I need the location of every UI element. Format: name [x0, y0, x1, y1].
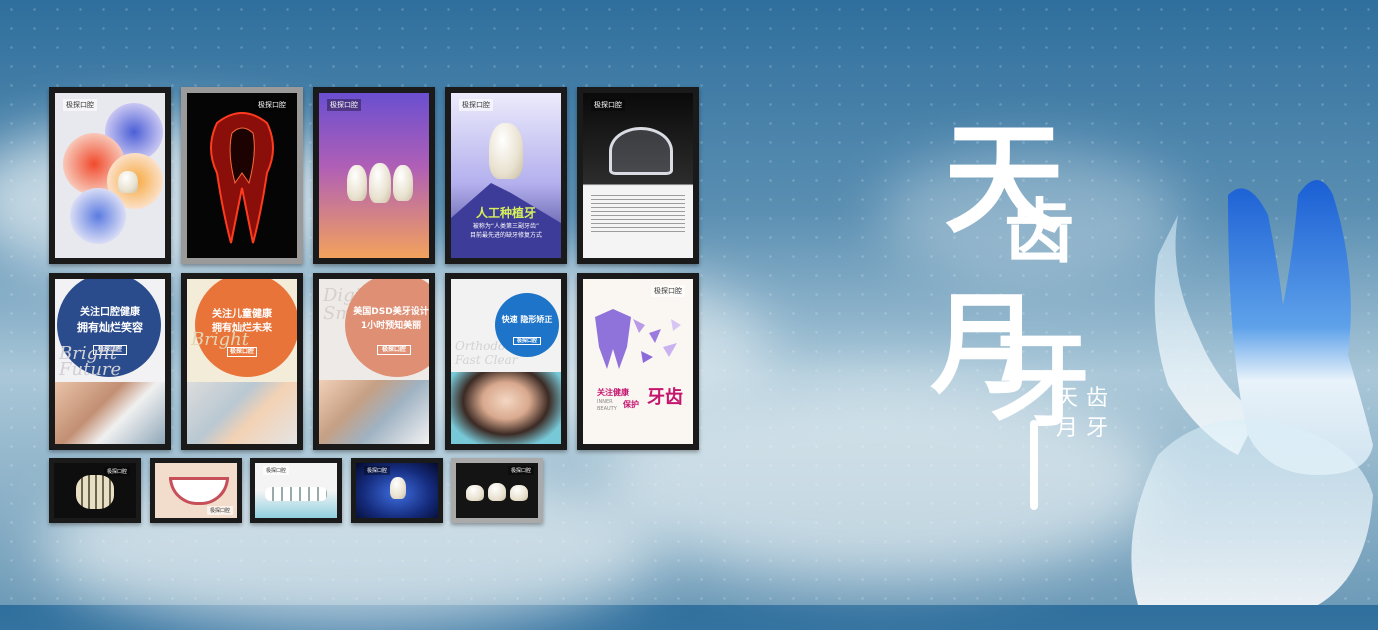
thumb-frame-1[interactable]: 极探口腔	[49, 458, 141, 523]
tooth-xray-illustration	[210, 112, 274, 244]
poster-badge: 极探口腔	[377, 345, 411, 355]
brand-logo: 极探口腔	[206, 506, 233, 515]
poster-frame-7[interactable]: 关注儿童健康 拥有灿烂未来 极探口腔 Bright	[181, 273, 303, 450]
teeth-illustration	[76, 475, 114, 509]
poster-line1: 关注口腔健康	[80, 307, 140, 318]
poster-badge: 极探口腔	[513, 337, 541, 346]
tooth-illustration	[390, 477, 406, 499]
poster-eng2: BEAUTY	[597, 406, 617, 412]
text-block	[591, 195, 685, 235]
tooth-in-hand-illustration	[1131, 180, 1373, 605]
poster-line1: 快速 隐形矫正	[501, 315, 553, 324]
seal-char: 天	[1055, 386, 1078, 411]
background-word: Future	[59, 359, 122, 380]
poster-frame-2[interactable]: 极探口腔	[181, 87, 303, 264]
background-word: Bright	[191, 329, 249, 350]
crown-illustration	[488, 483, 506, 501]
poster-frame-5[interactable]: 极探口腔	[577, 87, 699, 264]
denture-illustration	[609, 127, 673, 175]
poster-calligraphy: 牙齿	[647, 387, 683, 408]
seal-char: 齿	[1085, 386, 1108, 411]
crown-illustration	[466, 485, 484, 501]
tooth-illustration	[369, 163, 391, 203]
poster-line1: 关注健康	[597, 388, 629, 397]
poster-eng1: INNER	[597, 399, 613, 405]
brand-logo: 极探口腔	[103, 467, 130, 476]
brand-logo: 极探口腔	[327, 99, 361, 111]
thumb-frame-4[interactable]: 极探口腔	[351, 458, 443, 523]
brand-logo: 极探口腔	[63, 99, 97, 111]
seal-char: 牙	[1085, 416, 1108, 441]
poster-line2: 拥有灿烂笑容	[77, 321, 143, 334]
poster-frame-8[interactable]: Digital Smile 美国DSD美牙设计 1小时预知美丽 极探口腔	[313, 273, 435, 450]
poster-subtitle: 目前最先进的缺牙修复方式	[469, 232, 542, 239]
brand-logo: 极探口腔	[591, 99, 625, 111]
tooth-illustration	[118, 171, 138, 193]
tooth-illustration	[393, 165, 413, 201]
tooth-illustration	[347, 165, 367, 201]
brand-logo: 极探口腔	[651, 285, 685, 297]
seal-stamp: 天 齿 月 牙	[1052, 385, 1112, 445]
poster-frame-3[interactable]: 极探口腔	[313, 87, 435, 264]
crystal-tooth-illustration	[595, 309, 681, 369]
background-word: Fast Clear	[455, 353, 518, 367]
brush-stroke	[1030, 420, 1038, 510]
smiling-woman-photo	[451, 372, 561, 444]
tooth-illustration	[489, 123, 523, 179]
poster-line2: 1小时预知美丽	[360, 321, 422, 331]
thumb-frame-3[interactable]: 极探口腔	[250, 458, 342, 523]
braces-illustration	[265, 487, 327, 501]
thumb-frame-2[interactable]: 极探口腔	[150, 458, 242, 523]
poster-subtitle: 被称为“人类第三副牙齿”	[472, 223, 540, 230]
poster-headline: 人工种植牙	[475, 206, 536, 220]
child-dental-photo	[187, 382, 297, 444]
poster-line1: 关注儿童健康	[212, 309, 272, 320]
crown-illustration	[510, 485, 528, 501]
dental-team-photo	[319, 380, 429, 444]
poster-frame-6[interactable]: 关注口腔健康 拥有灿烂笑容 极探口腔 Bright Future	[49, 273, 171, 450]
brand-logo: 极探口腔	[459, 99, 493, 111]
thumb-frame-5[interactable]: 极探口腔	[451, 458, 543, 523]
brand-logo: 极探口腔	[364, 466, 391, 475]
poster-line2: 保护	[623, 400, 639, 409]
smile-illustration	[169, 477, 229, 505]
poster-frame-1[interactable]: 极探口腔	[49, 87, 171, 264]
poster-frame-10[interactable]: 极探口腔 关注健康 保护 INNER BEAUTY 牙齿	[577, 273, 699, 450]
brand-logo: 极探口腔	[263, 466, 290, 475]
poster-frame-4[interactable]: 极探口腔 人工种植牙 被称为“人类第三副牙齿” 目前最先进的缺牙修复方式	[445, 87, 567, 264]
seal-char: 月	[1055, 416, 1078, 441]
brand-logo: 极探口腔	[507, 466, 534, 475]
dental-patient-photo	[55, 382, 165, 444]
poster-line1: 美国DSD美牙设计	[353, 307, 429, 317]
poster-frame-9[interactable]: Orthodontic Fast Clear 快速 隐形矫正 极探口腔	[445, 273, 567, 450]
